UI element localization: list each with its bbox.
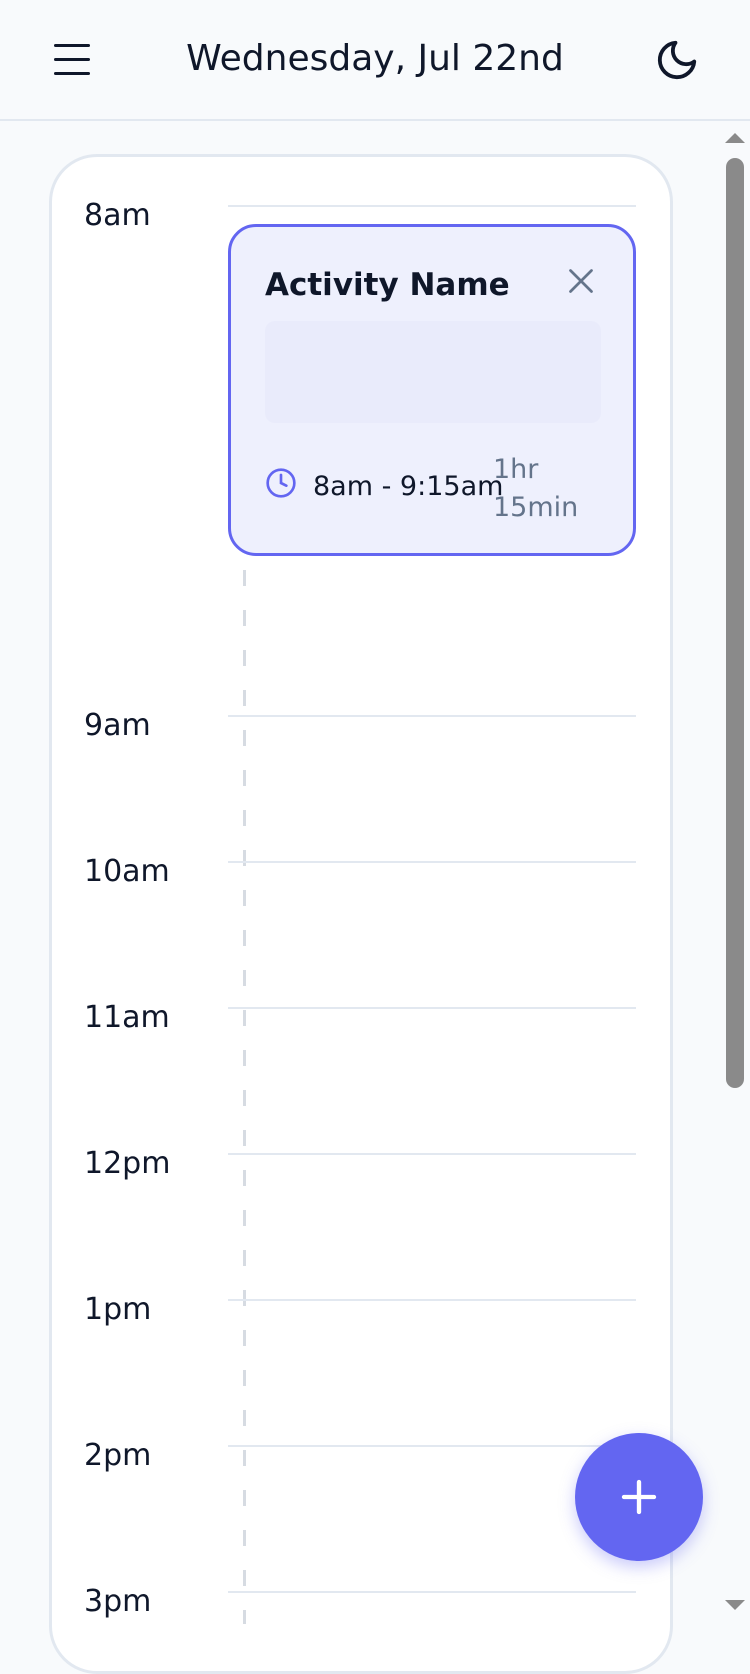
- add-activity-button[interactable]: [575, 1433, 703, 1561]
- hour-row: 12pm: [0, 1146, 750, 1186]
- plus-icon: [621, 1479, 657, 1515]
- event-time-range: 8am - 9:15am: [313, 471, 504, 502]
- hour-label: 9am: [84, 708, 151, 743]
- hour-label: 1pm: [84, 1292, 152, 1327]
- hour-row: 11am: [0, 1000, 750, 1040]
- hour-row: 1pm: [0, 1292, 750, 1332]
- scroll-up-arrow-icon[interactable]: [725, 133, 745, 143]
- hour-label: 8am: [84, 198, 151, 233]
- hour-label: 3pm: [84, 1584, 152, 1619]
- hour-line: [228, 1591, 636, 1593]
- theme-toggle-button[interactable]: [654, 37, 700, 83]
- hour-line: [228, 715, 636, 717]
- event-card[interactable]: Activity Name 8am - 9:15am 1hr 15min: [228, 224, 636, 556]
- event-duration-hours: 1hr: [493, 454, 539, 485]
- event-close-button[interactable]: [563, 263, 599, 299]
- hour-line: [228, 1299, 636, 1301]
- hour-label: 12pm: [84, 1146, 171, 1181]
- hour-label: 2pm: [84, 1438, 152, 1473]
- hour-line: [228, 861, 636, 863]
- app-header: Wednesday, Jul 22nd: [0, 0, 750, 121]
- hour-line: [228, 1445, 636, 1447]
- moon-icon: [657, 40, 697, 80]
- hour-row: 3pm: [0, 1584, 750, 1624]
- hour-line: [228, 1007, 636, 1009]
- close-icon: [569, 269, 593, 293]
- hour-row: 9am: [0, 708, 750, 748]
- page-title: Wednesday, Jul 22nd: [186, 38, 564, 79]
- hour-line: [228, 1153, 636, 1155]
- event-duration: 1hr 15min: [493, 451, 603, 527]
- event-duration-minutes: 15min: [493, 492, 579, 523]
- hour-line: [228, 205, 636, 207]
- hour-label: 11am: [84, 1000, 170, 1035]
- event-title: Activity Name: [265, 267, 510, 303]
- scrollbar-thumb[interactable]: [726, 158, 744, 1088]
- event-notes-area[interactable]: [265, 321, 601, 423]
- clock-icon: [265, 467, 297, 499]
- hour-label: 10am: [84, 854, 170, 889]
- hour-row: 10am: [0, 854, 750, 894]
